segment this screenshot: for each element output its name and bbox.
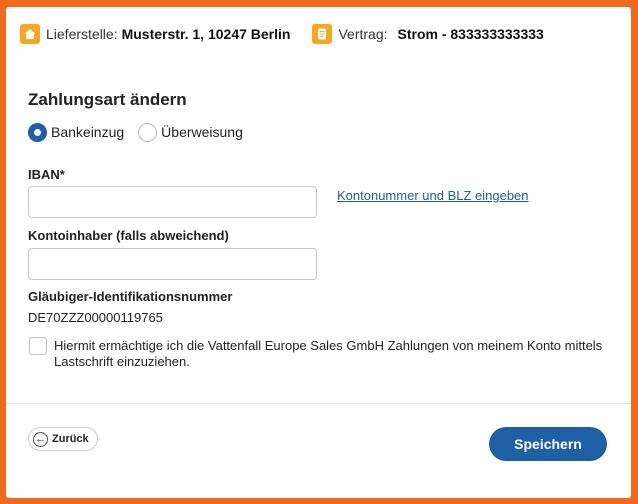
creditor-id-value: DE70ZZZ00000119765 <box>28 310 163 325</box>
account-holder-input[interactable] <box>28 248 317 280</box>
radio-ueberweisung[interactable] <box>138 122 158 142</box>
house-icon <box>20 24 40 44</box>
back-button[interactable]: ← Zurück <box>28 427 98 451</box>
radio-bankeinzug[interactable] <box>28 122 47 142</box>
consent-checkbox[interactable] <box>29 337 47 355</box>
page-title: Zahlungsart ändern <box>28 90 187 109</box>
creditor-id-label: Gläubiger-Identifikationsnummer <box>28 289 233 304</box>
holder-label: Kontoinhaber (falls abweichend) <box>28 228 229 243</box>
radio-ueberweisung-label[interactable]: Überweisung <box>161 124 243 140</box>
delivery-address: Musterstr. 1, 10247 Berlin <box>121 26 291 42</box>
contract-value: Strom - 833333333333 <box>397 26 544 42</box>
dialog: Lieferstelle: Musterstr. 1, 10247 Berlin… <box>6 7 631 498</box>
back-button-label: Zurück <box>52 433 89 445</box>
document-icon <box>312 24 333 44</box>
iban-input[interactable] <box>28 186 317 218</box>
radio-bankeinzug-label[interactable]: Bankeinzug <box>51 124 124 140</box>
payment-method-group: Bankeinzug Überweisung <box>28 121 257 143</box>
account-number-link[interactable]: Kontonummer und BLZ eingeben <box>337 188 529 203</box>
contract-label: Vertrag: <box>338 26 388 42</box>
iban-label: IBAN* <box>28 167 65 182</box>
save-button[interactable]: Speichern <box>489 427 607 461</box>
delivery-label: Lieferstelle: <box>46 26 118 42</box>
arrow-left-icon: ← <box>33 431 48 447</box>
divider <box>6 403 631 404</box>
consent-text: Hiermit ermächtige ich die Vattenfall Eu… <box>54 338 603 369</box>
header-bar: Lieferstelle: Musterstr. 1, 10247 Berlin… <box>20 21 621 47</box>
